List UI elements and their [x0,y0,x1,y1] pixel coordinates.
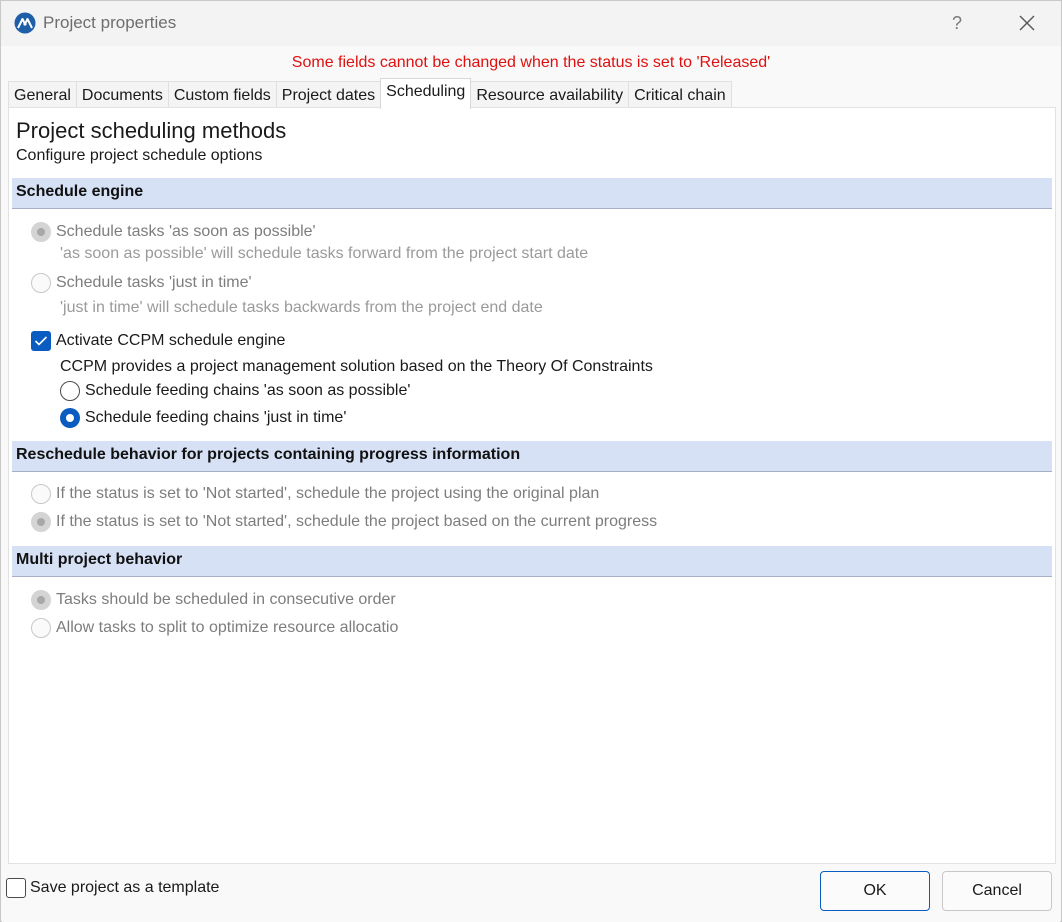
radio-indicator [31,273,51,293]
dialog-content: Some fields cannot be changed when the s… [2,46,1060,922]
radio-indicator [31,222,51,242]
section-header-multi-project: Multi project behavior [12,546,1052,577]
scheduling-panel: Project scheduling methods Configure pro… [8,107,1056,864]
jit-description: 'just in time' will schedule tasks backw… [60,299,543,316]
checkbox-save-as-template[interactable]: Save project as a template [6,878,219,898]
radio-reschedule-current-progress[interactable]: If the status is set to 'Not started', s… [31,512,657,532]
tab-bar: General Documents Custom fields Project … [8,78,732,109]
radio-schedule-asap[interactable]: Schedule tasks 'as soon as possible' [31,222,316,242]
radio-indicator [60,408,80,428]
page-subtitle: Configure project schedule options [16,147,263,164]
radio-reschedule-current-label: If the status is set to 'Not started', s… [56,513,658,530]
checkbox-unchecked-icon [6,878,26,898]
radio-indicator [31,484,51,504]
radio-feeding-asap[interactable]: Schedule feeding chains 'as soon as poss… [60,381,410,401]
radio-feeding-jit[interactable]: Schedule feeding chains 'just in time' [60,408,346,428]
close-icon [1019,15,1035,31]
section-header-reschedule: Reschedule behavior for projects contain… [12,441,1052,472]
window-title: Project properties [43,13,177,32]
radio-schedule-jit[interactable]: Schedule tasks 'just in time' [31,273,252,293]
radio-indicator [31,512,51,532]
tab-custom-fields[interactable]: Custom fields [167,81,277,108]
radio-consecutive-order[interactable]: Tasks should be scheduled in consecutive… [31,590,396,610]
status-warning: Some fields cannot be changed when the s… [291,54,771,71]
tab-scheduling[interactable]: Scheduling [380,78,472,109]
checkbox-checked-icon [31,331,51,351]
radio-reschedule-original-plan[interactable]: If the status is set to 'Not started', s… [31,484,599,504]
radio-indicator [31,590,51,610]
radio-split-tasks[interactable]: Allow tasks to split to optimize resourc… [31,618,398,638]
cancel-button[interactable]: Cancel [942,871,1052,911]
ccpm-description: CCPM provides a project management solut… [60,358,653,375]
checkbox-activate-ccpm-label: Activate CCPM schedule engine [56,332,286,349]
close-button[interactable] [1007,7,1047,39]
project-properties-dialog: Project properties ? Some fields cannot … [0,0,1062,922]
radio-indicator [31,618,51,638]
radio-feeding-jit-label: Schedule feeding chains 'just in time' [85,409,347,426]
checkbox-activate-ccpm[interactable]: Activate CCPM schedule engine [31,331,285,351]
radio-feeding-asap-label: Schedule feeding chains 'as soon as poss… [85,382,411,399]
radio-reschedule-original-label: If the status is set to 'Not started', s… [56,485,600,502]
tab-resource-availability[interactable]: Resource availability [470,81,630,108]
tab-project-dates[interactable]: Project dates [275,81,382,108]
section-header-schedule-engine: Schedule engine [12,178,1052,209]
ok-button[interactable]: OK [820,871,930,911]
radio-schedule-asap-label: Schedule tasks 'as soon as possible' [56,223,316,240]
radio-schedule-jit-label: Schedule tasks 'just in time' [56,274,252,291]
tab-critical-chain[interactable]: Critical chain [628,81,732,108]
app-logo-icon [14,12,36,34]
dialog-footer: Save project as a template OK Cancel [2,864,1060,922]
tab-general[interactable]: General [8,81,77,108]
title-bar: Project properties ? [1,1,1061,46]
tab-documents[interactable]: Documents [75,81,169,108]
radio-indicator [60,381,80,401]
checkbox-save-as-template-label: Save project as a template [30,879,220,896]
radio-split-tasks-label: Allow tasks to split to optimize resourc… [56,619,399,636]
radio-consecutive-order-label: Tasks should be scheduled in consecutive… [56,591,396,608]
asap-description: 'as soon as possible' will schedule task… [60,245,589,262]
help-button[interactable]: ? [939,7,975,39]
page-title: Project scheduling methods [16,118,287,143]
